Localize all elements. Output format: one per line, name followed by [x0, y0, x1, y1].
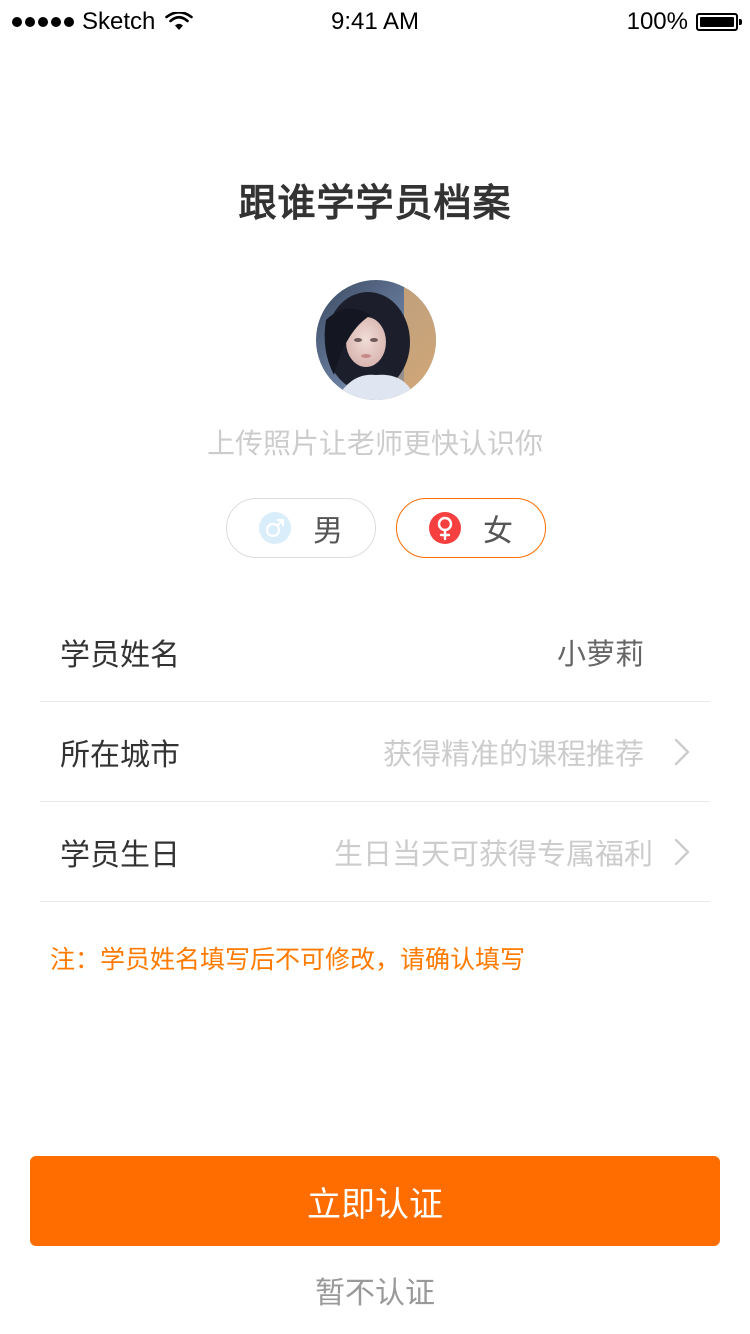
skip-verification-button[interactable]: 暂不认证	[0, 1268, 750, 1312]
verify-now-button[interactable]: 立即认证	[30, 1156, 720, 1246]
student-name-value[interactable]: 小萝莉	[557, 631, 644, 673]
page-title: 跟谁学学员档案	[238, 181, 512, 225]
birthday-placeholder: 生日当天可获得专属福利	[333, 836, 653, 871]
name-edit-note: 注：学员姓名填写后不可修改，请确认填写	[50, 945, 526, 974]
gender-female-button[interactable]: 女	[396, 498, 546, 558]
gender-male-label: 男	[313, 514, 343, 549]
female-icon	[429, 512, 461, 544]
gender-male-button[interactable]: 男	[226, 498, 376, 558]
male-icon	[259, 512, 291, 544]
status-right: 100%	[626, 8, 742, 36]
city-row[interactable]: 所在城市 获得精准的课程推荐	[40, 702, 710, 802]
chevron-right-icon	[674, 738, 690, 766]
student-name-label: 学员姓名	[60, 637, 180, 673]
avatar-upload[interactable]	[316, 280, 436, 400]
battery-icon	[696, 13, 742, 31]
battery-percentage: 100%	[626, 8, 688, 35]
student-name-row[interactable]: 学员姓名 小萝莉	[40, 602, 710, 702]
upload-hint: 上传照片让老师更快认识你	[206, 427, 543, 460]
city-label: 所在城市	[60, 737, 180, 773]
avatar-photo	[316, 280, 436, 400]
birthday-label: 学员生日	[60, 837, 180, 873]
gender-female-label: 女	[483, 514, 513, 549]
city-placeholder: 获得精准的课程推荐	[382, 736, 644, 771]
chevron-right-icon	[674, 838, 690, 866]
status-bar: Sketch 9:41 AM 100%	[0, 0, 750, 44]
birthday-row[interactable]: 学员生日 生日当天可获得专属福利	[40, 802, 710, 902]
